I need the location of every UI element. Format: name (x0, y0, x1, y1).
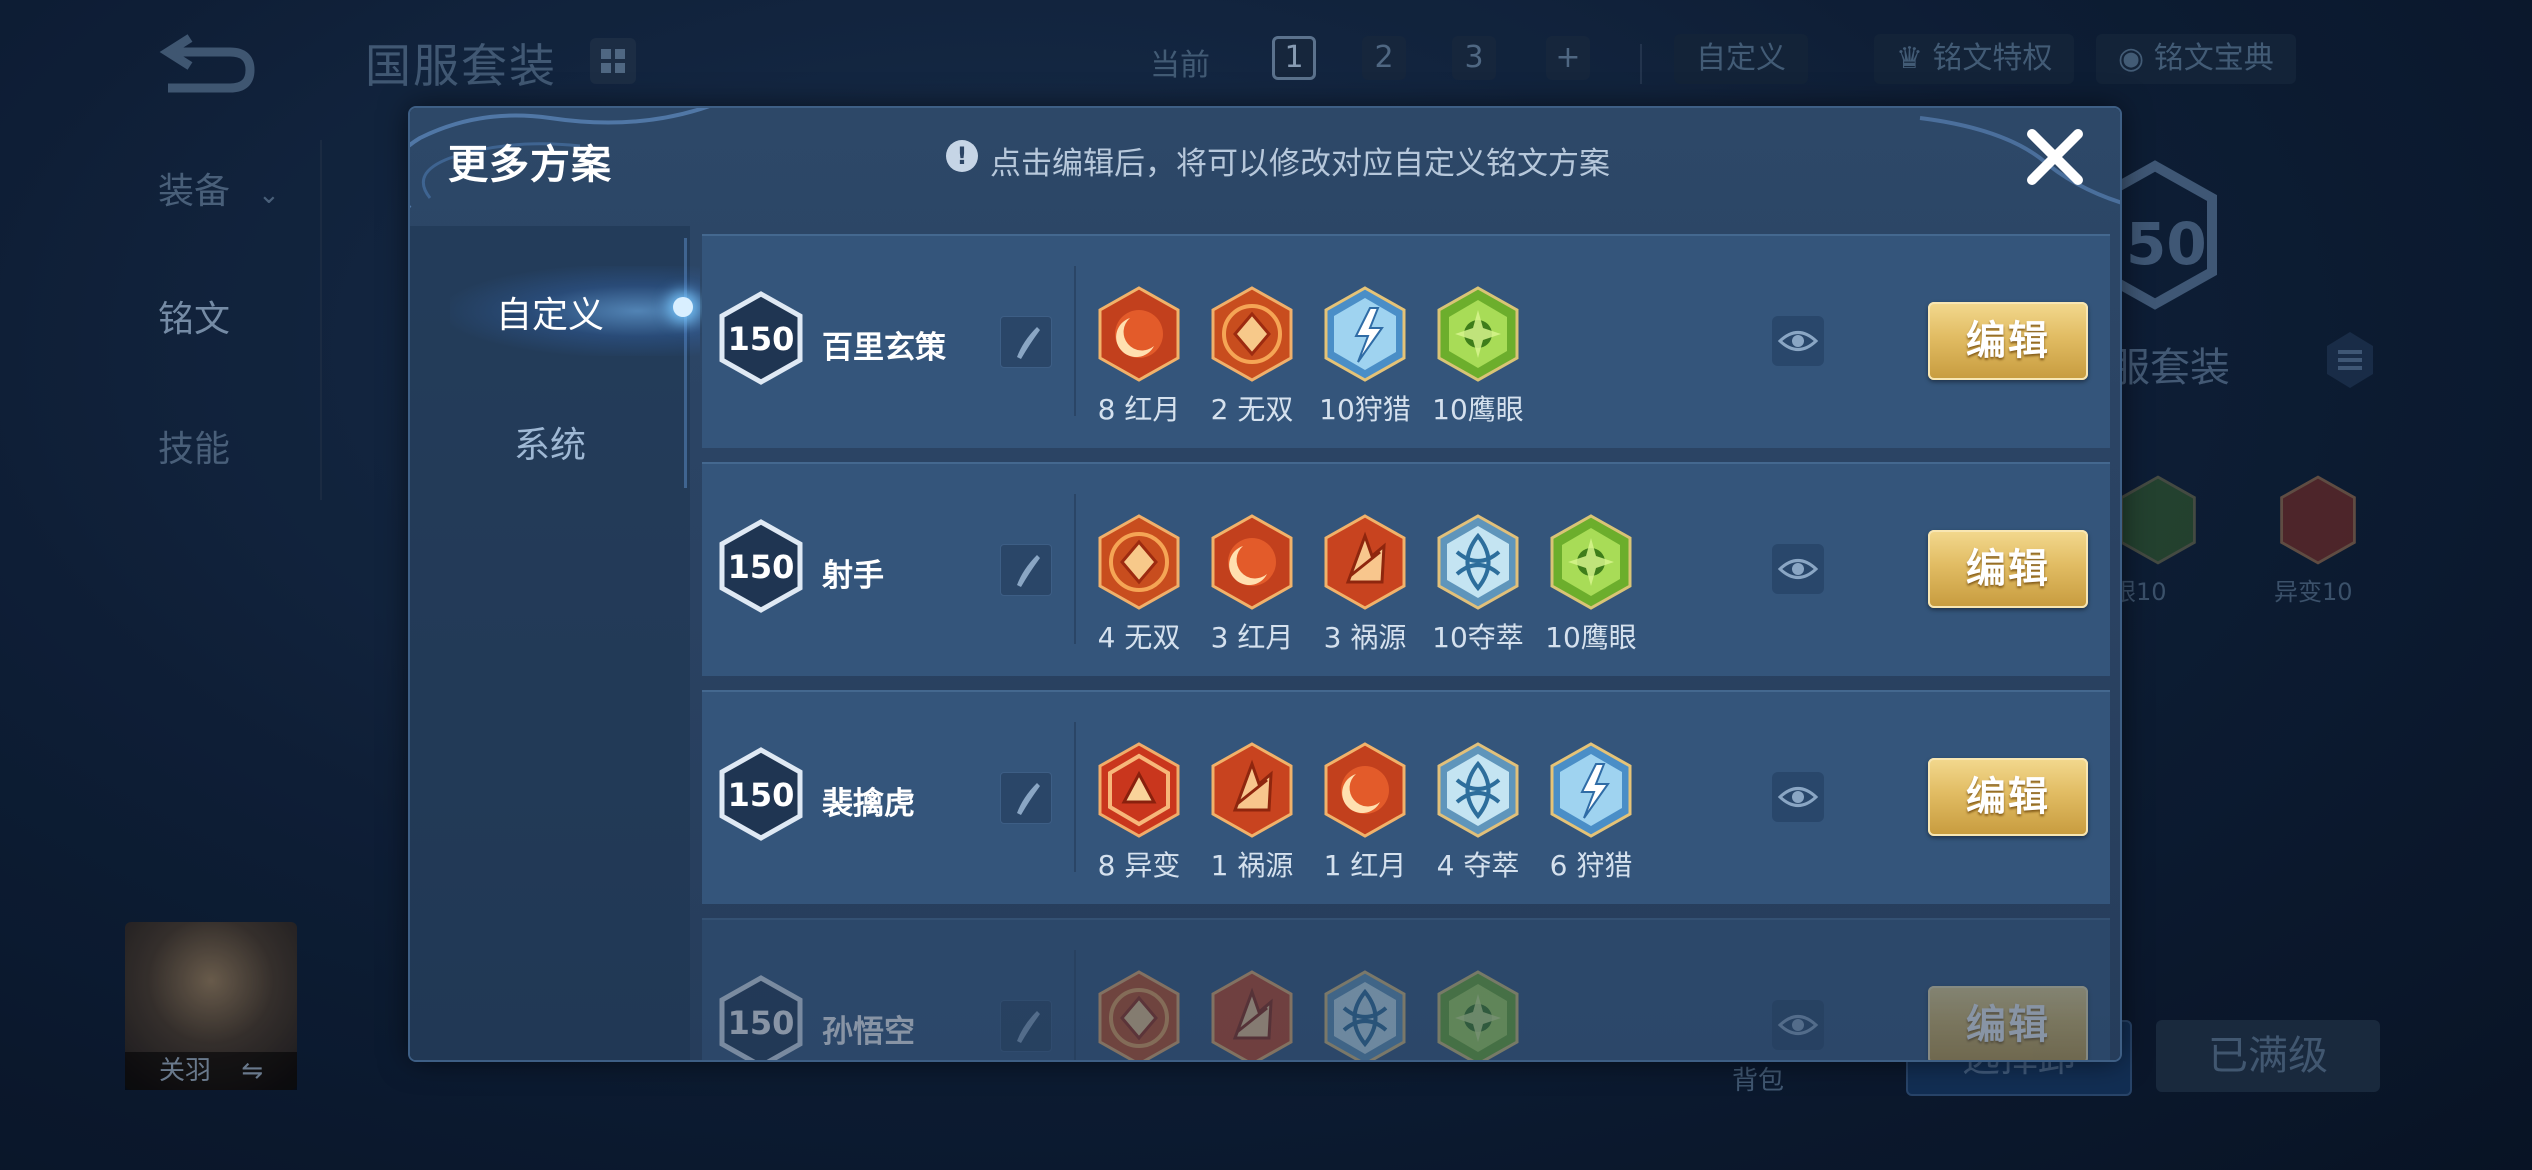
huoyuan-rune-icon (1211, 742, 1293, 838)
yibian-rune-icon (1098, 742, 1180, 838)
red-moon-rune-icon (1211, 514, 1293, 610)
plan-level: 150 (727, 320, 795, 358)
eye-icon[interactable] (1772, 316, 1824, 366)
rune-count-label: 8 异变 (1097, 849, 1181, 882)
red-moon-rune-icon (1098, 286, 1180, 382)
rune-count-label: 1 红月 (1323, 849, 1407, 882)
rename-pen-icon[interactable] (1000, 772, 1052, 824)
plan-row[interactable]: 150 孙悟空 编辑 (702, 918, 2110, 1060)
eye-icon[interactable] (1772, 1000, 1824, 1050)
plan-list[interactable]: 150 百里玄策 8 红月 2 无双 10狩猎 10鹰眼 编辑 150 射手 4 无双 3 红月 3 … (702, 226, 2120, 1060)
rune-count-label: 3 祸源 (1323, 621, 1407, 654)
tab-system[interactable]: 系统 (410, 416, 690, 468)
eye-icon[interactable] (1772, 772, 1824, 822)
wushuang-rune-icon (1211, 286, 1293, 382)
rune-count-label: 10狩猎 (1319, 393, 1411, 426)
info-icon: ! (946, 140, 978, 172)
hawkeye-rune-icon (1437, 286, 1519, 382)
rune-count-label: 6 狩猎 (1549, 849, 1633, 882)
red-moon-rune-icon (1324, 742, 1406, 838)
rune-count-label: 3 红月 (1210, 621, 1294, 654)
huoyuan-rune-icon (1324, 514, 1406, 610)
more-plans-modal: 更多方案 ! 点击编辑后，将可以修改对应自定义铭文方案 自定义 系统 150 百里… (410, 108, 2120, 1060)
duocui-rune-icon (1437, 742, 1519, 838)
edit-button[interactable]: 编辑 (1928, 530, 2088, 608)
duocui-rune-icon (1324, 970, 1406, 1060)
wushuang-rune-icon (1098, 970, 1180, 1060)
row-divider (1074, 494, 1076, 644)
rune-count-label: 1 祸源 (1210, 849, 1294, 882)
rename-pen-icon[interactable] (1000, 1000, 1052, 1052)
rune-count-label: 4 夺萃 (1436, 849, 1520, 882)
hint-text: 点击编辑后，将可以修改对应自定义铭文方案 (990, 146, 1610, 182)
rune-count-label: 8 红月 (1097, 393, 1181, 426)
rune-count-label: 10鹰眼 (1432, 393, 1524, 426)
plan-row[interactable]: 150 射手 4 无双 3 红月 3 祸源 10夺萃 10鹰眼 编辑 (702, 462, 2110, 676)
rune-count-label: 10夺萃 (1432, 621, 1524, 654)
plan-level: 150 (727, 548, 795, 586)
modal-title: 更多方案 (448, 142, 612, 188)
rename-pen-icon[interactable] (1000, 316, 1052, 368)
plan-name: 百里玄策 (822, 330, 946, 366)
hunting-rune-icon (1324, 286, 1406, 382)
plan-name: 孙悟空 (822, 1014, 915, 1050)
edit-button[interactable]: 编辑 (1928, 986, 2088, 1060)
plan-level: 150 (727, 776, 795, 814)
rename-pen-icon[interactable] (1000, 544, 1052, 596)
huoyuan-rune-icon (1211, 970, 1293, 1060)
hunting-rune-icon (1550, 742, 1632, 838)
hawkeye-rune-icon (1437, 970, 1519, 1060)
plan-name: 裴擒虎 (822, 786, 915, 822)
row-divider (1074, 722, 1076, 872)
rune-count-label: 4 无双 (1097, 621, 1181, 654)
row-divider (1074, 266, 1076, 416)
close-icon[interactable] (2020, 122, 2090, 192)
plan-row[interactable]: 150 裴擒虎 8 异变 1 祸源 1 红月 4 夺萃 6 狩猎 编辑 (702, 690, 2110, 904)
rune-count-label: 10鹰眼 (1545, 621, 1637, 654)
eye-icon[interactable] (1772, 544, 1824, 594)
edit-button[interactable]: 编辑 (1928, 302, 2088, 380)
plan-level: 150 (727, 1004, 795, 1042)
rune-count-label: 2 无双 (1210, 393, 1294, 426)
tab-custom[interactable]: 自定义 (410, 286, 690, 338)
duocui-rune-icon (1437, 514, 1519, 610)
edit-button[interactable]: 编辑 (1928, 758, 2088, 836)
hawkeye-rune-icon (1550, 514, 1632, 610)
plan-name: 射手 (822, 558, 884, 594)
row-divider (1074, 950, 1076, 1060)
plan-row[interactable]: 150 百里玄策 8 红月 2 无双 10狩猎 10鹰眼 编辑 (702, 234, 2110, 448)
wushuang-rune-icon (1098, 514, 1180, 610)
